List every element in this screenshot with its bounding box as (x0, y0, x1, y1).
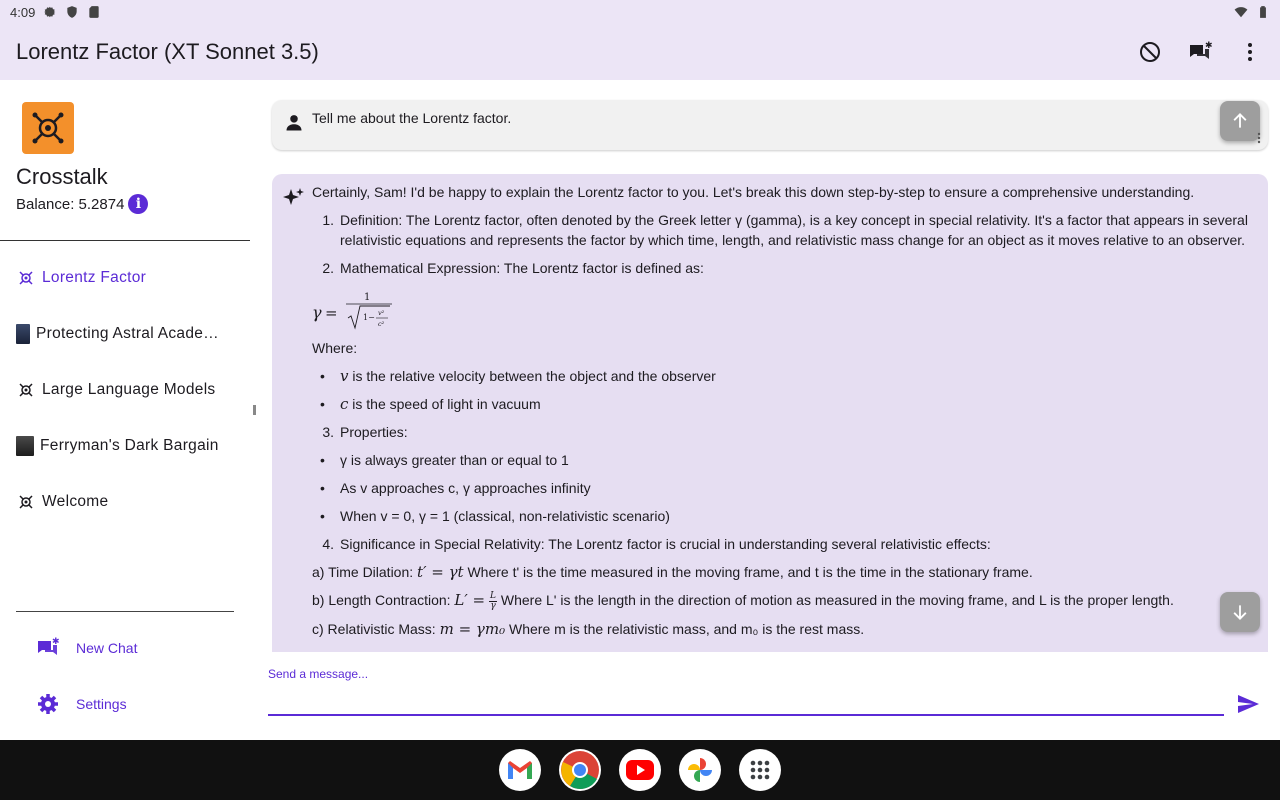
app-bar: Lorentz Factor (XT Sonnet 3.5) ✱ (0, 24, 1280, 80)
message-composer: Send a message... (268, 660, 1268, 720)
sidebar-item-label: Protecting Astral Acade… (36, 325, 219, 342)
message-input-label: Send a message... (268, 667, 369, 681)
intro-paragraph: Certainly, Sam! I'd be happy to explain … (312, 184, 1195, 200)
svg-text:c²: c² (378, 320, 385, 328)
relativistic-mass-line: c) Relativistic Mass: m = γm₀ Where m is… (312, 619, 865, 638)
youtube-icon (626, 760, 654, 780)
svg-text:✱: ✱ (52, 637, 60, 647)
avatar-thumbnail (16, 436, 34, 456)
list-item: 4. Significance in Special Relativity: T… (322, 536, 991, 552)
new-chat-icon: ✱ (1190, 41, 1212, 59)
chat-list: Lorentz Factor Protecting Astral Acade… … (16, 250, 246, 530)
assistant-message[interactable]: Certainly, Sam! I'd be happy to explain … (272, 174, 1268, 652)
message-input[interactable] (268, 684, 1224, 716)
balance: Balance: 5.2874 i (16, 194, 149, 214)
crosstalk-logo-icon (19, 271, 33, 285)
lorentz-formula: γ = 1 1− v² c² (312, 286, 1257, 334)
sidebar-item-welcome[interactable]: Welcome (16, 474, 246, 530)
overflow-menu-button[interactable] (1236, 38, 1264, 66)
sidebar-item-label: Lorentz Factor (42, 269, 147, 286)
chrome-app-icon[interactable] (559, 749, 601, 791)
user-message-text: Tell me about the Lorentz factor. (312, 110, 512, 126)
divider (16, 611, 234, 612)
new-chat-top-button[interactable]: ✱ (1186, 38, 1214, 66)
divider (0, 240, 250, 241)
crosstalk-logo-icon (32, 112, 64, 144)
length-contraction-line: b) Length Contraction: L′ = L γ Where L'… (312, 590, 1174, 611)
gmail-app-icon[interactable] (499, 749, 541, 791)
list-item: • γ is always greater than or equal to 1 (320, 452, 569, 468)
photos-app-icon[interactable] (679, 749, 721, 791)
sparkle-icon (283, 188, 304, 205)
gmail-icon (508, 761, 532, 779)
conversation-pane: Tell me about the Lorentz factor. Certai… (270, 80, 1270, 652)
avatar-thumbnail (16, 324, 30, 344)
list-item: 2. Mathematical Expression: The Lorentz … (322, 260, 704, 276)
block-icon (1140, 42, 1160, 62)
photos-icon (688, 758, 712, 782)
arrow-up-icon (1233, 113, 1247, 128)
sidebar-item-large-language-models[interactable]: Large Language Models (16, 362, 246, 418)
svg-text:1: 1 (364, 292, 370, 303)
sidebar-item-lorentz-factor[interactable]: Lorentz Factor (16, 250, 246, 306)
gear-icon (38, 694, 58, 714)
settings-button[interactable]: Settings (36, 692, 127, 716)
scroll-down-button[interactable] (1220, 592, 1260, 632)
list-item: • As v approaches c, γ approaches infinit… (320, 480, 591, 496)
more-vert-icon (1248, 43, 1252, 61)
settings-label: Settings (76, 696, 127, 712)
list-item: 3. Properties: (322, 424, 408, 440)
sidebar-item-ferrymans-dark-bargain[interactable]: Ferryman's Dark Bargain (16, 418, 246, 474)
svg-text:γ: γ (312, 303, 322, 322)
time-dilation-line: a) Time Dilation: t′ = γt Where t' is th… (312, 563, 1033, 581)
app-name: Crosstalk (16, 164, 108, 189)
user-message[interactable]: Tell me about the Lorentz factor. (272, 100, 1268, 150)
list-item: • v is the relative velocity between the… (320, 367, 716, 385)
page-title: Lorentz Factor (XT Sonnet 3.5) (16, 39, 319, 64)
sidebar-item-label: Large Language Models (42, 381, 216, 398)
chrome-icon (561, 751, 599, 790)
new-chat-icon: ✱ (38, 637, 60, 655)
sidebar-item-label: Welcome (42, 493, 109, 510)
sidebar-item-protecting-astral-academy[interactable]: Protecting Astral Acade… (16, 306, 246, 362)
formula-graphic: γ = 1 1− v² c² (312, 292, 392, 330)
sidebar: Crosstalk Balance: 5.2874 i Lorentz Fact… (0, 80, 258, 740)
list-item: • c is the speed of light in vacuum (320, 395, 541, 413)
taskbar (0, 740, 1280, 800)
svg-text:=: = (325, 304, 338, 322)
shield-status-icon (67, 6, 77, 18)
sd-card-status-icon (89, 6, 99, 18)
message-menu-icon[interactable] (1257, 132, 1261, 144)
arrow-down-icon (1233, 605, 1247, 620)
new-chat-button[interactable]: ✱ New Chat (36, 636, 137, 660)
apps-grid-icon (750, 760, 770, 780)
send-icon[interactable] (1234, 692, 1262, 716)
fraction: L γ (489, 590, 497, 611)
svg-text:v²: v² (378, 309, 385, 317)
settings-status-icon (44, 6, 56, 18)
where-label: Where: (312, 340, 358, 356)
balance-text: Balance: 5.2874 (16, 195, 125, 213)
sidebar-item-label: Ferryman's Dark Bargain (40, 437, 219, 454)
assistant-message-text: Certainly, Sam! I'd be happy to explain … (312, 182, 1257, 647)
app-drawer-button[interactable] (739, 749, 781, 791)
crosstalk-logo-icon (19, 495, 33, 509)
clear-chat-button[interactable] (1136, 38, 1164, 66)
scroll-up-button[interactable] (1220, 101, 1260, 141)
new-chat-label: New Chat (76, 640, 138, 656)
list-item: 1. Definition: The Lorentz factor, often… (322, 212, 1248, 248)
svg-text:1−: 1− (363, 313, 375, 322)
list-item: • When v = 0, γ = 1 (classical, non-relat… (320, 508, 670, 524)
sidebar-scrollbar[interactable] (253, 405, 256, 415)
app-logo (22, 102, 74, 154)
battery-icon (1260, 6, 1266, 18)
status-time: 4:09 (10, 4, 36, 20)
status-bar: 4:09 (0, 0, 1280, 24)
svg-text:✱: ✱ (1205, 41, 1212, 51)
crosstalk-logo-icon (19, 383, 33, 397)
info-icon[interactable]: i (128, 194, 149, 214)
youtube-app-icon[interactable] (619, 749, 661, 791)
wifi-icon (1234, 7, 1248, 18)
person-icon (286, 115, 302, 131)
